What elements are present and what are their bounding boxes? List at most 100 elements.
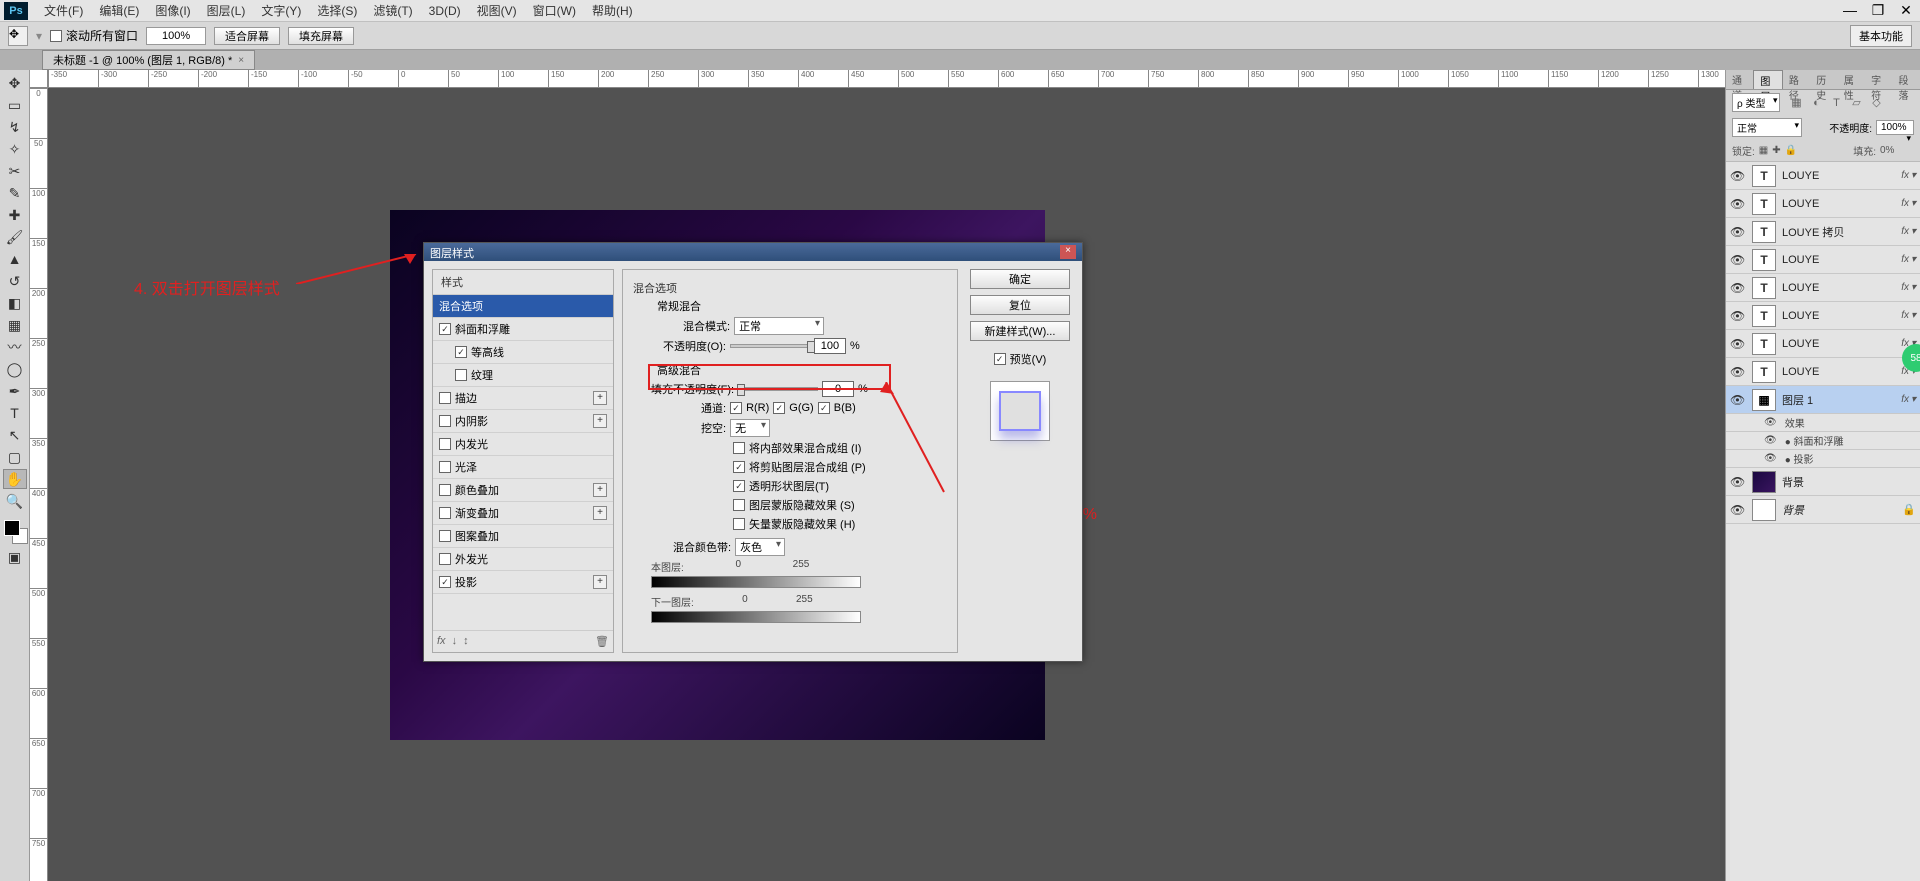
layer-name[interactable]: 背景 (1782, 502, 1804, 518)
menu-item[interactable]: 视图(V) (469, 4, 525, 18)
opacity-slider[interactable] (730, 344, 810, 348)
fx-badge[interactable]: fx ▾ (1901, 226, 1916, 237)
layer-thumbnail[interactable] (1752, 499, 1776, 521)
dialog-close-button[interactable]: × (1060, 245, 1076, 259)
reorder-icon[interactable]: ↕ (463, 635, 469, 648)
fx-badge[interactable]: fx ▾ (1901, 394, 1916, 405)
tool-preset-icon[interactable]: ✥ (8, 26, 28, 46)
style-option[interactable]: 投影+ (433, 571, 613, 594)
eyedropper-tool[interactable]: ✎ (3, 183, 27, 203)
style-option[interactable]: 斜面和浮雕 (433, 318, 613, 341)
layer-thumbnail[interactable]: T (1752, 193, 1776, 215)
layer-opacity-input[interactable]: 100% (1876, 120, 1914, 135)
style-checkbox[interactable] (439, 576, 451, 588)
pen-tool[interactable]: ✒ (3, 381, 27, 401)
zoom-tool[interactable]: 🔍 (3, 491, 27, 511)
heal-tool[interactable]: ✚ (3, 205, 27, 225)
layer-name[interactable]: LOUYE 拷贝 (1782, 224, 1844, 240)
panel-tab[interactable]: 通道 (1726, 70, 1753, 89)
type-tool[interactable]: T (3, 403, 27, 423)
ruler-origin[interactable] (30, 70, 48, 88)
trash-icon[interactable]: 🗑 (595, 635, 609, 648)
style-checkbox[interactable] (439, 323, 451, 335)
channel-b-checkbox[interactable] (818, 402, 830, 414)
restore-button[interactable]: ❐ (1864, 0, 1892, 20)
layer-name[interactable]: LOUYE (1782, 282, 1819, 294)
style-option[interactable]: 内阴影+ (433, 410, 613, 433)
layer-row[interactable]: 👁TLOUYEfx ▾ (1726, 274, 1920, 302)
dodge-tool[interactable]: ◯ (3, 359, 27, 379)
blur-tool[interactable]: 〰 (3, 337, 27, 357)
menu-item[interactable]: 窗口(W) (525, 4, 584, 18)
layer-thumbnail[interactable]: ▦ (1752, 389, 1776, 411)
menu-item[interactable]: 3D(D) (421, 4, 469, 18)
filter-shape-icon[interactable]: ▱ (1848, 95, 1864, 111)
eraser-tool[interactable]: ◧ (3, 293, 27, 313)
next-layer-gradient[interactable] (651, 611, 861, 623)
layer-thumbnail[interactable]: T (1752, 361, 1776, 383)
layer-row[interactable]: 👁TLOUYEfx ▾ (1726, 162, 1920, 190)
style-checkbox[interactable] (439, 461, 451, 473)
style-checkbox[interactable] (439, 438, 451, 450)
document-tab[interactable]: 未标题 -1 @ 100% (图层 1, RGB/8) *× (42, 50, 255, 70)
layer-thumbnail[interactable] (1752, 471, 1776, 493)
style-option[interactable]: 颜色叠加+ (433, 479, 613, 502)
cancel-button[interactable]: 复位 (970, 295, 1070, 315)
layer-row[interactable]: 👁TLOUYEfx ▾ (1726, 246, 1920, 274)
filter-pixel-icon[interactable]: ▦ (1788, 95, 1804, 111)
style-option[interactable]: 等高线 (433, 341, 613, 364)
fit-screen-button[interactable]: 适合屏幕 (214, 27, 280, 45)
crop-tool[interactable]: ✂ (3, 161, 27, 181)
menu-item[interactable]: 滤镜(T) (365, 4, 420, 18)
style-option[interactable]: 内发光 (433, 433, 613, 456)
layer-row[interactable]: 👁TLOUYEfx ▾ (1726, 358, 1920, 386)
visibility-icon[interactable]: 👁 (1730, 197, 1746, 211)
add-effect-icon[interactable]: + (593, 575, 607, 589)
add-effect-icon[interactable]: + (593, 414, 607, 428)
ok-button[interactable]: 确定 (970, 269, 1070, 289)
panel-tab[interactable]: 图层 (1753, 70, 1782, 89)
channel-r-checkbox[interactable] (730, 402, 742, 414)
marquee-tool[interactable]: ▭ (3, 95, 27, 115)
layer-thumbnail[interactable]: T (1752, 277, 1776, 299)
visibility-icon[interactable]: 👁 (1730, 281, 1746, 295)
panel-tab[interactable]: 路径 (1783, 70, 1810, 89)
visibility-icon[interactable]: 👁 (1730, 337, 1746, 351)
layer-thumbnail[interactable]: T (1752, 165, 1776, 187)
filter-type-icon[interactable]: T (1828, 95, 1844, 111)
layer-row[interactable]: 👁背景🔒 (1726, 496, 1920, 524)
visibility-icon[interactable]: 👁 (1730, 503, 1746, 517)
layer-effect-row[interactable]: 👁● 投影 (1726, 450, 1920, 468)
move-tool[interactable]: ✥ (3, 73, 27, 93)
close-button[interactable]: ✕ (1892, 0, 1920, 20)
style-checkbox[interactable] (439, 530, 451, 542)
cb-layer-mask[interactable] (733, 499, 745, 511)
layer-fill-input[interactable]: 0% (1880, 145, 1914, 156)
visibility-icon[interactable]: 👁 (1730, 393, 1746, 407)
menu-item[interactable]: 文件(F) (36, 4, 91, 18)
layer-thumbnail[interactable]: T (1752, 333, 1776, 355)
stamp-tool[interactable]: ▲ (3, 249, 27, 269)
style-option[interactable]: 图案叠加 (433, 525, 613, 548)
path-select-tool[interactable]: ↖ (3, 425, 27, 445)
visibility-icon[interactable]: 👁 (1730, 309, 1746, 323)
fx-badge[interactable]: fx ▾ (1901, 170, 1916, 181)
add-style-icon[interactable]: ↓ (452, 635, 458, 648)
lock-position-icon[interactable]: ✚ (1772, 145, 1780, 156)
lasso-tool[interactable]: ↯ (3, 117, 27, 137)
style-checkbox[interactable] (455, 369, 467, 381)
history-brush-tool[interactable]: ↺ (3, 271, 27, 291)
layer-effect-row[interactable]: 👁效果 (1726, 414, 1920, 432)
this-layer-gradient[interactable] (651, 576, 861, 588)
panel-tab[interactable]: 属性 (1838, 70, 1865, 89)
style-checkbox[interactable] (439, 392, 451, 404)
visibility-icon[interactable]: 👁 (1730, 475, 1746, 489)
menu-item[interactable]: 图层(L) (199, 4, 254, 18)
layer-name[interactable]: LOUYE (1782, 310, 1819, 322)
style-option[interactable]: 光泽 (433, 456, 613, 479)
cb-transparency[interactable] (733, 480, 745, 492)
menu-item[interactable]: 选择(S) (309, 4, 365, 18)
panel-tab[interactable]: 历史 (1810, 70, 1837, 89)
style-checkbox[interactable] (439, 415, 451, 427)
shape-tool[interactable]: ▢ (3, 447, 27, 467)
